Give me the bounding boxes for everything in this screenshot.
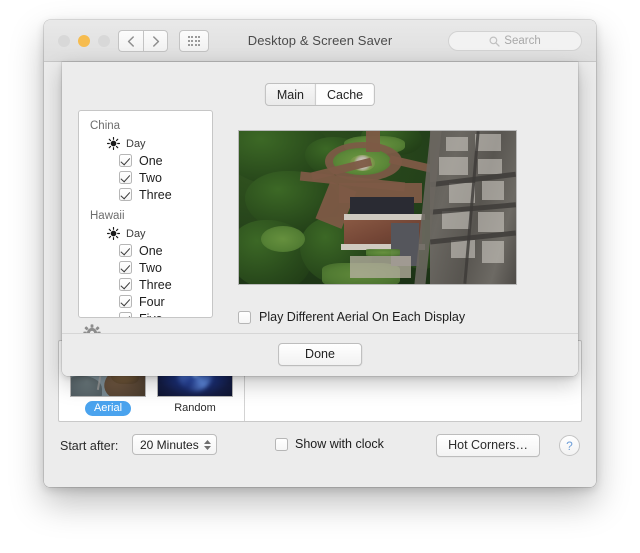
- china-day-label: Day: [126, 138, 146, 150]
- sheet-footer: Done: [62, 333, 578, 376]
- system-preferences-window: Desktop & Screen Saver Search: [44, 20, 596, 487]
- list-item-label: Four: [139, 295, 165, 309]
- sheet-tab-bar: Main Cache: [265, 83, 375, 106]
- tab-cache[interactable]: Cache: [316, 84, 374, 105]
- checkbox-hawaii-four[interactable]: [119, 295, 132, 308]
- aerial-preview-image: [238, 130, 517, 285]
- cache-video-list[interactable]: China Day One: [78, 110, 213, 318]
- start-after-select[interactable]: 20 Minutes: [132, 434, 217, 455]
- hawaii-day-label: Day: [126, 228, 146, 240]
- play-different-aerial-checkbox[interactable]: Play Different Aerial On Each Display: [238, 310, 465, 324]
- cache-settings-sheet: Main Cache China Day: [62, 62, 578, 376]
- start-after-label: Start after:: [60, 439, 118, 453]
- list-item[interactable]: Four: [79, 293, 212, 310]
- list-item[interactable]: Two: [79, 169, 212, 186]
- play-different-aerial-label: Play Different Aerial On Each Display: [259, 310, 465, 324]
- tab-main[interactable]: Main: [266, 84, 316, 105]
- checkbox-hawaii-two[interactable]: [119, 261, 132, 274]
- list-item-label: Three: [139, 278, 172, 292]
- show-with-clock-box: [275, 438, 288, 451]
- screensaver-bottom-controls: Start after: 20 Minutes Show with clock …: [58, 434, 582, 460]
- random-thumbnail-label: Random: [165, 401, 225, 416]
- screen-saver-pane: Aerial Random Screen Saver Options… Star…: [44, 62, 596, 487]
- search-placeholder: Search: [504, 35, 540, 47]
- checkbox-china-three[interactable]: [119, 188, 132, 201]
- hawaii-day-row[interactable]: Day: [79, 225, 212, 242]
- list-item[interactable]: Five: [79, 310, 212, 318]
- china-day-row[interactable]: Day: [79, 135, 212, 152]
- list-item[interactable]: One: [79, 152, 212, 169]
- group-header-hawaii: Hawaii: [79, 203, 212, 225]
- stepper-icon: [204, 440, 211, 450]
- help-button[interactable]: ?: [559, 435, 580, 456]
- aerial-thumbnail-label: Aerial: [85, 401, 131, 416]
- checkbox-hawaii-five[interactable]: [119, 312, 132, 318]
- sun-icon: [107, 227, 120, 240]
- search-icon: [489, 36, 500, 47]
- checkbox-china-two[interactable]: [119, 171, 132, 184]
- list-item[interactable]: Three: [79, 186, 212, 203]
- checkbox-hawaii-one[interactable]: [119, 244, 132, 257]
- start-after-value: 20 Minutes: [140, 438, 199, 452]
- list-item[interactable]: One: [79, 242, 212, 259]
- list-item-label: Two: [139, 171, 162, 185]
- list-item[interactable]: Two: [79, 259, 212, 276]
- search-input[interactable]: Search: [448, 31, 582, 51]
- list-item-label: Five: [139, 312, 163, 319]
- list-item-label: Three: [139, 188, 172, 202]
- list-item-label: One: [139, 244, 163, 258]
- list-item-label: Two: [139, 261, 162, 275]
- window-titlebar: Desktop & Screen Saver Search: [44, 20, 596, 62]
- done-button[interactable]: Done: [278, 343, 362, 366]
- preview-city-blocks: [430, 131, 516, 284]
- checkbox-china-one[interactable]: [119, 154, 132, 167]
- play-different-aerial-box: [238, 311, 251, 324]
- checkbox-hawaii-three[interactable]: [119, 278, 132, 291]
- group-header-china: China: [79, 117, 212, 135]
- show-with-clock-checkbox[interactable]: Show with clock: [275, 437, 384, 451]
- sun-icon: [107, 137, 120, 150]
- hot-corners-button[interactable]: Hot Corners…: [436, 434, 540, 457]
- list-item[interactable]: Three: [79, 276, 212, 293]
- show-with-clock-label: Show with clock: [295, 437, 384, 451]
- list-item-label: One: [139, 154, 163, 168]
